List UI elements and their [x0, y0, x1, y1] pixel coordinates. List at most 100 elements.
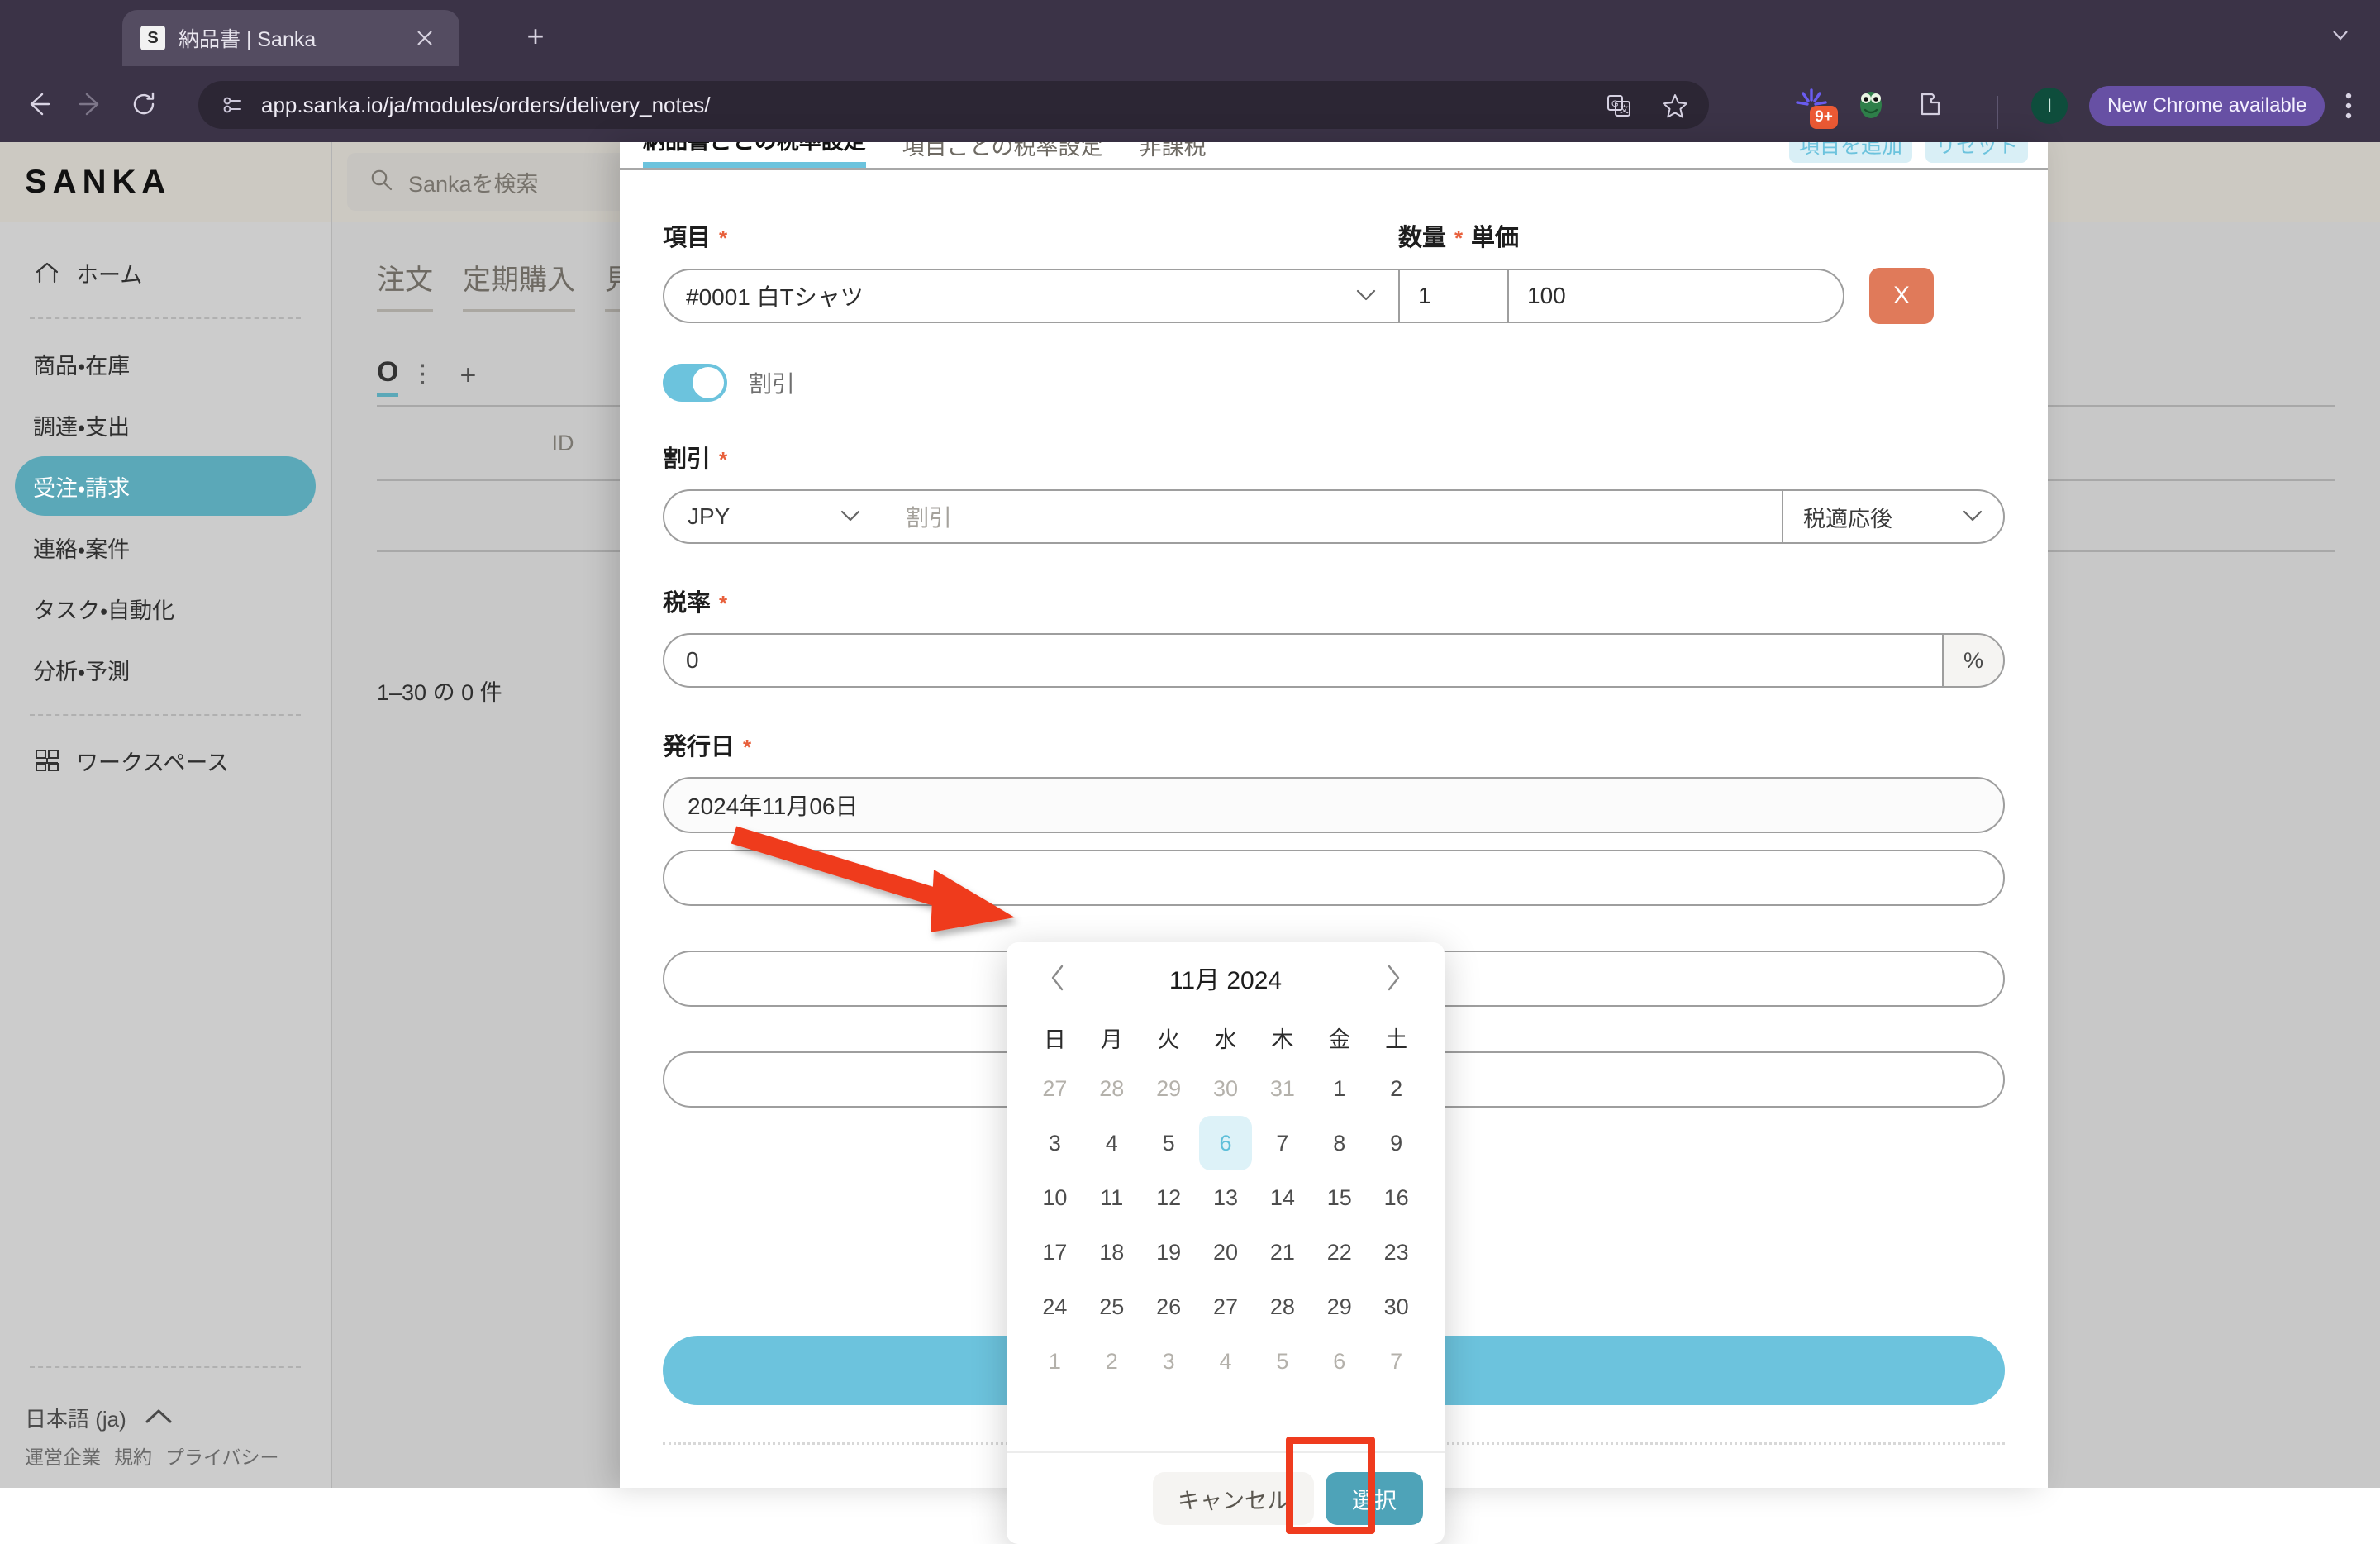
day-cell[interactable]: 21	[1255, 1225, 1309, 1280]
day-cell[interactable]: 15	[1312, 1170, 1366, 1225]
day-cell[interactable]: 30	[1369, 1280, 1423, 1334]
frog-extension-icon[interactable]	[1851, 84, 1891, 124]
chevron-down-icon[interactable]	[2319, 15, 2362, 55]
day-cell[interactable]: 23	[1369, 1225, 1423, 1280]
view-options-icon[interactable]: ⋮	[410, 360, 435, 397]
sidebar-item-tasks[interactable]: タスク・自動化	[15, 579, 316, 638]
day-cell-selected[interactable]: 6	[1198, 1116, 1253, 1170]
chrome-update-button[interactable]: New Chrome available	[2089, 86, 2325, 126]
form-field-empty[interactable]	[663, 850, 2005, 906]
tab-tax-exempt[interactable]: 非課税	[1139, 142, 1206, 168]
tab-subscriptions[interactable]: 定期購入	[463, 257, 575, 312]
quantity-input[interactable]: 1	[1398, 269, 1507, 323]
day-cell[interactable]: 4	[1199, 1334, 1253, 1389]
view-tab-default[interactable]: O	[377, 358, 399, 397]
day-cell[interactable]: 27	[1028, 1061, 1082, 1116]
language-selector[interactable]: 日本語 (ja)	[0, 1383, 331, 1442]
day-cell[interactable]: 1	[1312, 1061, 1366, 1116]
day-cell[interactable]: 2	[1369, 1061, 1423, 1116]
day-cell[interactable]: 29	[1312, 1280, 1366, 1334]
day-cell[interactable]: 2	[1085, 1334, 1139, 1389]
discount-mode-select[interactable]: 税適応後	[1782, 489, 2005, 544]
day-cell[interactable]: 28	[1085, 1061, 1139, 1116]
sidebar-item-workspace[interactable]: ワークスペース	[15, 731, 316, 790]
sidebar-item-products[interactable]: 商品・在庫	[15, 334, 316, 393]
unit-price-input[interactable]: 100	[1507, 269, 1844, 323]
day-cell[interactable]: 7	[1255, 1116, 1309, 1170]
day-cell[interactable]: 12	[1142, 1170, 1196, 1225]
legal-link-terms[interactable]: 規約	[114, 1442, 152, 1470]
legal-link-privacy[interactable]: プライバシー	[165, 1442, 279, 1470]
url-text: app.sanka.io/ja/modules/orders/delivery_…	[261, 92, 711, 117]
issue-date-input[interactable]: 2024年11月06日	[663, 777, 2005, 833]
tab-tax-per-item[interactable]: 項目ごとの税率設定	[902, 142, 1103, 168]
day-cell[interactable]: 6	[1312, 1334, 1366, 1389]
legal-link-company[interactable]: 運営企業	[25, 1442, 101, 1470]
cancel-button[interactable]: キャンセル	[1153, 1472, 1314, 1525]
remove-item-button[interactable]: X	[1869, 268, 1934, 324]
day-cell[interactable]: 31	[1255, 1061, 1309, 1116]
browser-toolbar: app.sanka.io/ja/modules/orders/delivery_…	[0, 66, 2380, 142]
day-cell[interactable]: 29	[1142, 1061, 1196, 1116]
day-cell[interactable]: 10	[1028, 1170, 1082, 1225]
day-cell[interactable]: 3	[1142, 1334, 1196, 1389]
item-select[interactable]: #0001 白Tシャツ	[663, 269, 1398, 323]
day-cell[interactable]: 9	[1369, 1116, 1423, 1170]
add-view-button[interactable]: +	[459, 360, 476, 397]
day-cell[interactable]: 3	[1028, 1116, 1082, 1170]
reload-icon[interactable]	[117, 78, 170, 131]
day-cell[interactable]: 1	[1028, 1334, 1082, 1389]
day-cell[interactable]: 26	[1142, 1280, 1196, 1334]
new-tab-button[interactable]: +	[516, 18, 555, 58]
day-cell[interactable]: 19	[1142, 1225, 1196, 1280]
sidebar-item-orders[interactable]: 受注・請求	[15, 456, 316, 516]
select-button[interactable]: 選択	[1326, 1472, 1423, 1525]
day-cell[interactable]: 4	[1085, 1116, 1139, 1170]
close-icon[interactable]	[408, 21, 441, 55]
day-cell[interactable]: 8	[1312, 1116, 1366, 1170]
bookmark-star-icon[interactable]	[1658, 88, 1692, 123]
add-item-button[interactable]: 項目を追加	[1788, 142, 1912, 163]
sidebar-item-procurement[interactable]: 調達・支出	[15, 395, 316, 455]
sidebar-item-home[interactable]: ホーム	[15, 243, 316, 303]
day-cell[interactable]: 16	[1369, 1170, 1423, 1225]
day-cell[interactable]: 27	[1199, 1280, 1253, 1334]
weekday-label: 火	[1157, 1027, 1180, 1052]
day-cell[interactable]: 17	[1028, 1225, 1082, 1280]
day-cell[interactable]: 13	[1199, 1170, 1253, 1225]
extensions-puzzle-icon[interactable]	[1911, 84, 1950, 124]
day-cell[interactable]: 7	[1369, 1334, 1423, 1389]
day-cell[interactable]: 5	[1142, 1116, 1196, 1170]
day-cell[interactable]: 25	[1085, 1280, 1139, 1334]
sidebar-item-analytics[interactable]: 分析・予測	[15, 640, 316, 699]
forward-icon[interactable]	[64, 78, 117, 131]
browser-tab[interactable]: S 納品書 | Sanka	[122, 10, 459, 66]
address-bar[interactable]: app.sanka.io/ja/modules/orders/delivery_…	[198, 81, 1709, 129]
currency-select[interactable]: JPY	[663, 489, 884, 544]
required-mark: *	[719, 447, 728, 472]
day-cell[interactable]: 22	[1312, 1225, 1366, 1280]
discount-amount-input[interactable]: 割引	[884, 489, 1782, 544]
day-cell[interactable]: 14	[1255, 1170, 1309, 1225]
day-cell[interactable]: 18	[1085, 1225, 1139, 1280]
back-icon[interactable]	[12, 78, 64, 131]
chrome-menu-icon[interactable]	[2330, 88, 2367, 124]
reset-button[interactable]: リセット	[1925, 142, 2028, 163]
day-cell[interactable]: 11	[1085, 1170, 1139, 1225]
extension-notifications-icon[interactable]: 9+	[1792, 84, 1838, 129]
sidebar-item-contacts[interactable]: 連絡・案件	[15, 517, 316, 577]
chevron-right-icon[interactable]	[1375, 960, 1411, 996]
profile-avatar[interactable]: I	[2031, 88, 2068, 124]
tab-orders[interactable]: 注文	[377, 257, 433, 312]
day-cell[interactable]: 20	[1199, 1225, 1253, 1280]
day-cell[interactable]: 24	[1028, 1280, 1082, 1334]
site-settings-icon[interactable]	[217, 88, 250, 122]
tab-tax-per-note[interactable]: 納品書ごとの税率設定	[643, 142, 866, 168]
tax-rate-input[interactable]: 0	[663, 633, 1942, 688]
chevron-left-icon[interactable]	[1040, 960, 1076, 996]
day-cell[interactable]: 28	[1255, 1280, 1309, 1334]
day-cell[interactable]: 30	[1199, 1061, 1253, 1116]
day-cell[interactable]: 5	[1255, 1334, 1309, 1389]
discount-toggle[interactable]	[663, 364, 727, 402]
translate-icon[interactable]: G 文	[1602, 88, 1636, 123]
